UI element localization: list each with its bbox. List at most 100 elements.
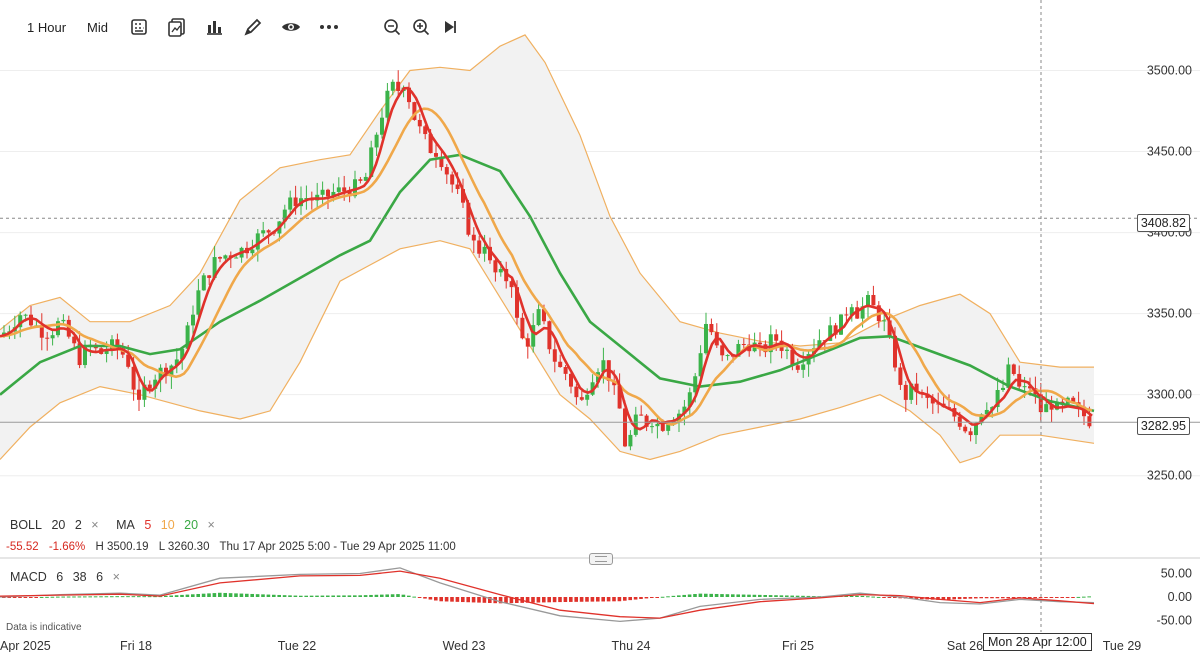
macd-histogram-bar: [245, 593, 249, 597]
macd-histogram-bar: [331, 595, 335, 597]
macd-histogram-bar: [1033, 597, 1037, 599]
candle-body: [898, 367, 903, 385]
macd-histogram-bar: [1044, 597, 1048, 598]
macd-histogram-bar: [682, 594, 686, 597]
boll-period: 20: [51, 518, 66, 532]
candle-body: [623, 408, 627, 447]
boll-std: 2: [74, 518, 82, 532]
x-tick-label: Sat 26: [947, 639, 983, 652]
macd-histogram-bar: [1055, 597, 1059, 598]
macd-histogram-bar: [984, 597, 989, 599]
chart-type-icon[interactable]: [126, 14, 152, 40]
macd-histogram-bar: [752, 594, 757, 597]
price-change-pct: -1.66%: [48, 541, 86, 553]
candle-body: [741, 344, 746, 346]
macd-tick-label: -50.00: [1157, 614, 1192, 628]
remove-macd-button[interactable]: ×: [113, 570, 120, 584]
candle-body: [520, 317, 525, 339]
macd-tick-label: 50.00: [1161, 567, 1192, 581]
macd-histogram-bar: [477, 597, 481, 603]
macd-histogram-bar: [1001, 597, 1005, 599]
candle-body: [455, 184, 460, 190]
macd-histogram-bar: [574, 597, 578, 602]
macd-histogram-bar: [169, 595, 173, 597]
overlay-indicator-legend: BOLL 20 2 × MA 5 10 20 ×: [10, 518, 221, 532]
candle-body: [45, 337, 50, 339]
macd-histogram-bar: [120, 596, 125, 598]
macd-histogram-bar: [428, 597, 433, 600]
macd-histogram-bar: [444, 597, 449, 602]
macd-histogram-bar: [957, 597, 962, 600]
macd-histogram-bar: [126, 596, 130, 598]
macd-histogram-bar: [29, 597, 33, 598]
macd-histogram-bar: [401, 594, 406, 597]
candle-body: [801, 364, 806, 370]
macd-histogram-bar: [1071, 597, 1075, 598]
macd-histogram-bar: [218, 592, 222, 597]
macd-histogram-bar: [763, 594, 767, 597]
macd-histogram-bar: [142, 596, 146, 598]
macd-histogram-bar: [353, 595, 357, 597]
macd-histogram-bar: [736, 594, 740, 597]
price-type-selector[interactable]: Mid: [87, 20, 108, 35]
macd-histogram-bar: [963, 597, 967, 599]
macd-histogram-bar: [191, 594, 195, 597]
macd-histogram-bar: [423, 597, 427, 599]
candle-body: [785, 349, 789, 351]
macd-histogram-bar: [380, 594, 384, 597]
macd-histogram-bar: [234, 593, 238, 597]
macd-histogram-bar: [326, 595, 330, 597]
macd-histogram-bar: [601, 597, 605, 602]
x-tick-label: Tue 29: [1103, 639, 1142, 652]
eye-icon[interactable]: [278, 14, 304, 40]
ma-label: MA: [116, 518, 135, 532]
y-tick-label: 3450.00: [1147, 145, 1192, 159]
macd-histogram-bar: [1065, 597, 1070, 598]
studies-icon[interactable]: [201, 14, 227, 40]
period-low: L 3260.30: [158, 541, 210, 553]
candle-body: [758, 342, 762, 345]
remove-boll-button[interactable]: ×: [91, 518, 98, 532]
macd-histogram-bar: [779, 595, 784, 597]
candle-body: [493, 260, 498, 273]
interval-selector[interactable]: 1 Hour: [27, 20, 66, 35]
macd-histogram-bar: [363, 595, 368, 597]
candle-body: [536, 309, 541, 326]
macd-histogram-bar: [876, 596, 881, 598]
candle-body: [207, 275, 212, 278]
macd-histogram-bar: [1006, 597, 1010, 599]
zoom-in-icon[interactable]: [408, 14, 434, 40]
macd-histogram-bar: [774, 595, 778, 597]
macd-histogram-bar: [671, 595, 676, 597]
macd-histogram-bar: [309, 595, 314, 597]
macd-histogram-bar: [1049, 597, 1054, 598]
boll-label: BOLL: [10, 518, 42, 532]
macd-histogram-bar: [266, 594, 271, 597]
candle-body: [234, 257, 239, 259]
last-price-label: 3282.95: [1136, 417, 1190, 435]
macd-histogram-bar: [185, 594, 190, 597]
pane-splitter-handle[interactable]: [589, 553, 613, 565]
remove-ma-button[interactable]: ×: [208, 518, 215, 532]
macd-histogram-bar: [45, 596, 49, 598]
period-range: Thu 17 Apr 2025 5:00 - Tue 29 Apr 2025 1…: [219, 541, 456, 553]
candle-body: [1011, 364, 1016, 374]
macd-histogram-bar: [677, 595, 681, 597]
candle-body: [147, 384, 152, 389]
draw-icon[interactable]: [240, 14, 266, 40]
candle-body: [558, 361, 563, 368]
macd-histogram-bar: [212, 593, 217, 597]
macd-histogram-bar: [882, 597, 886, 598]
candle-body: [844, 314, 849, 316]
scroll-to-latest-icon[interactable]: [437, 14, 463, 40]
macd-histogram-bar: [795, 595, 800, 597]
macd-histogram-bar: [385, 594, 389, 597]
macd-histogram-bar: [12, 597, 17, 598]
x-tick-label: Fri 18: [120, 639, 152, 652]
ma5-period: 5: [144, 518, 152, 532]
more-icon[interactable]: [316, 14, 342, 40]
indicators-icon[interactable]: [164, 14, 190, 40]
macd-histogram-bar: [439, 597, 443, 602]
macd-histogram-bar: [369, 594, 373, 597]
zoom-out-icon[interactable]: [379, 14, 405, 40]
